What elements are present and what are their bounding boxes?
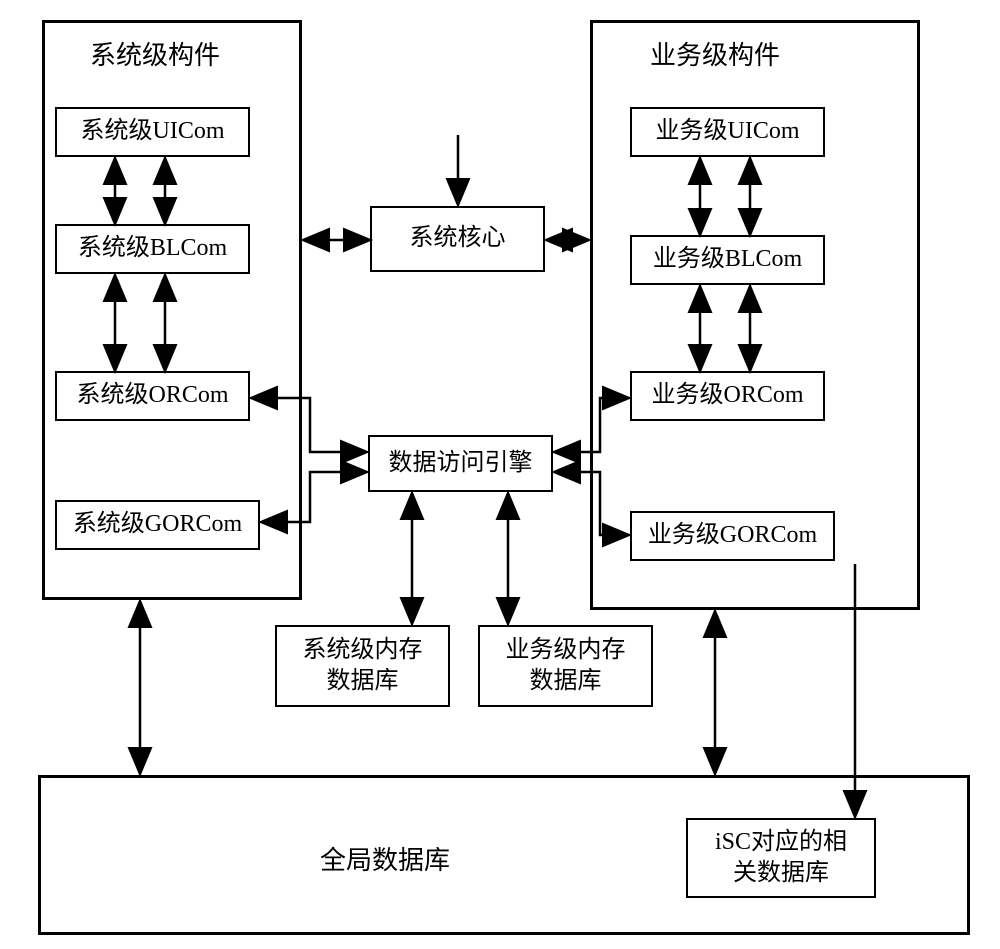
architecture-diagram: 系统级构件 业务级构件 系统级UICom 系统级BLCom 系统级ORCom 系… [0, 0, 1000, 949]
data-access-engine-box: 数据访问引擎 [368, 435, 553, 492]
sys-uicom-box: 系统级UICom [55, 107, 250, 157]
global-db-label: 全局数据库 [320, 840, 450, 877]
sys-gorcom-box: 系统级GORCom [55, 500, 260, 550]
sys-blcom-box: 系统级BLCom [55, 224, 250, 274]
sys-mem-db-box: 系统级内存 数据库 [275, 625, 450, 707]
biz-blcom-box: 业务级BLCom [630, 235, 825, 285]
right-container-title: 业务级构件 [650, 35, 780, 72]
left-container-title: 系统级构件 [90, 35, 220, 72]
sys-orcom-box: 系统级ORCom [55, 371, 250, 421]
system-core-box: 系统核心 [370, 206, 545, 272]
biz-gorcom-box: 业务级GORCom [630, 511, 835, 561]
isc-db-label: iSC对应的相 关数据库 [715, 827, 847, 889]
isc-db-box: iSC对应的相 关数据库 [686, 818, 876, 898]
biz-mem-db-box: 业务级内存 数据库 [478, 625, 653, 707]
sys-mem-db-label: 系统级内存 数据库 [303, 635, 423, 697]
biz-orcom-box: 业务级ORCom [630, 371, 825, 421]
biz-uicom-box: 业务级UICom [630, 107, 825, 157]
biz-mem-db-label: 业务级内存 数据库 [506, 635, 626, 697]
